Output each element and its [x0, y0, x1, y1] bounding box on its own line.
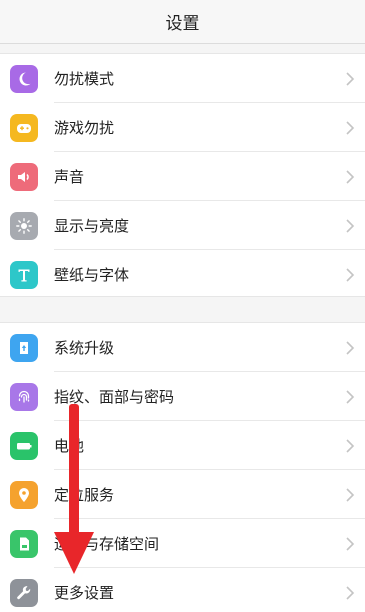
chevron-right-icon — [346, 71, 355, 86]
fingerprint-icon — [10, 382, 38, 411]
speaker-icon — [10, 162, 38, 191]
settings-item-label: 显示与亮度 — [54, 217, 130, 235]
chevron-right-icon — [346, 438, 355, 453]
brightness-icon — [10, 211, 38, 240]
chevron-right-icon — [346, 389, 355, 404]
settings-item-label: 定位服务 — [54, 486, 115, 504]
chevron-right-icon — [346, 487, 355, 502]
chevron-right-icon — [346, 340, 355, 355]
page-title: 设置 — [165, 14, 200, 34]
settings-item-memory-storage[interactable]: 运存与存储空间 — [0, 519, 365, 568]
wrench-icon — [10, 578, 38, 607]
settings-item-battery[interactable]: 电池 — [0, 421, 365, 470]
chevron-right-icon — [346, 536, 355, 551]
settings-item-label: 指纹、面部与密码 — [54, 388, 175, 406]
settings-item-label: 勿扰模式 — [54, 70, 115, 88]
settings-item-location-services[interactable]: 定位服务 — [0, 470, 365, 519]
settings-group-2: 系统升级 指纹、面部与密码 电池 定位服务 运存与存储空间 更多设置 — [0, 322, 365, 612]
settings-item-label: 电池 — [54, 437, 85, 455]
settings-item-label: 游戏勿扰 — [54, 119, 115, 137]
storage-icon — [10, 529, 38, 558]
settings-item-wallpaper-font[interactable]: 壁纸与字体 — [0, 250, 365, 299]
system-update-icon — [10, 333, 38, 362]
settings-item-do-not-disturb[interactable]: 勿扰模式 — [0, 54, 365, 103]
settings-item-label: 更多设置 — [54, 584, 115, 602]
chevron-right-icon — [346, 169, 355, 184]
chevron-right-icon — [346, 120, 355, 135]
font-icon — [10, 260, 38, 289]
chevron-right-icon — [346, 585, 355, 600]
settings-item-system-update[interactable]: 系统升级 — [0, 323, 365, 372]
settings-item-label: 声音 — [54, 168, 85, 186]
settings-item-sound[interactable]: 声音 — [0, 152, 365, 201]
settings-item-display-brightness[interactable]: 显示与亮度 — [0, 201, 365, 250]
page-header: 设置 — [0, 0, 365, 44]
settings-group-1: 勿扰模式 游戏勿扰 声音 显示与亮度 壁纸与字体 — [0, 53, 365, 297]
settings-item-label: 壁纸与字体 — [54, 266, 130, 284]
settings-item-game-do-not-disturb[interactable]: 游戏勿扰 — [0, 103, 365, 152]
settings-item-fingerprint-face-password[interactable]: 指纹、面部与密码 — [0, 372, 365, 421]
settings-item-label: 系统升级 — [54, 339, 115, 357]
chevron-right-icon — [346, 267, 355, 282]
battery-icon — [10, 431, 38, 460]
chevron-right-icon — [346, 218, 355, 233]
location-icon — [10, 480, 38, 509]
settings-item-label: 运存与存储空间 — [54, 535, 160, 553]
moon-icon — [10, 64, 38, 93]
gamepad-icon — [10, 113, 38, 142]
settings-item-more-settings[interactable]: 更多设置 — [0, 568, 365, 612]
